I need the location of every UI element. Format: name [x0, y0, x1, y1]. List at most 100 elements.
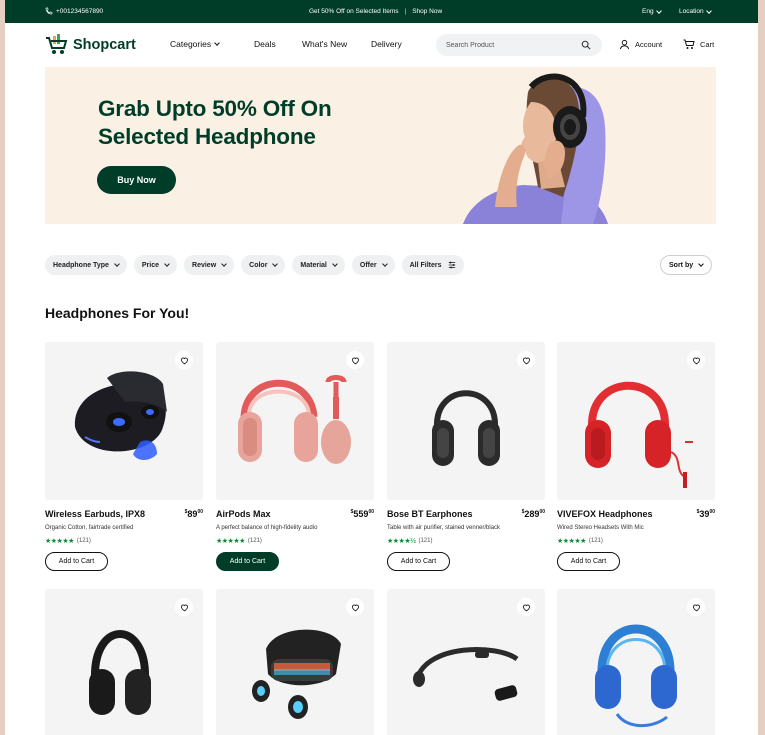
product-image[interactable] [557, 589, 715, 735]
buy-now-button[interactable]: Buy Now [97, 166, 176, 194]
product-card[interactable]: VIVEFOX Headphones $3900 Wired Stereo He… [557, 342, 715, 571]
product-rating: ★★★★½ (121) [387, 537, 545, 545]
heart-icon[interactable] [346, 351, 364, 369]
review-count: (121) [247, 538, 262, 544]
logo-text: Shopcart [73, 37, 136, 53]
product-image[interactable] [387, 589, 545, 735]
account-label: Account [635, 40, 663, 49]
cart-button[interactable]: Cart [683, 39, 714, 50]
product-description: Table with air purifier, stained venner/… [387, 525, 501, 531]
product-image[interactable] [557, 342, 715, 500]
product-card[interactable] [216, 589, 374, 735]
star-rating-icon: ★★★★★ [216, 538, 245, 545]
logo[interactable]: Shopcart [45, 33, 136, 57]
product-image[interactable] [216, 342, 374, 500]
filter-material[interactable]: Material [292, 255, 345, 275]
product-title-row: Wireless Earbuds, IPX8 $8900 [45, 509, 203, 521]
hero-headline-line-1: Grab Upto 50% Off On [98, 96, 332, 121]
nav-deals[interactable]: Deals [254, 39, 293, 49]
user-icon [619, 39, 630, 50]
add-to-cart-button[interactable]: Add to Cart [387, 552, 450, 571]
sort-by-dropdown[interactable]: Sort by [660, 255, 713, 275]
location-selector[interactable]: Location [679, 7, 712, 15]
sort-label: Sort by [669, 261, 694, 269]
nav-whats-new[interactable]: What's New [302, 39, 367, 49]
product-name[interactable]: Wireless Earbuds, IPX8 [45, 509, 145, 519]
search-bar [436, 34, 602, 56]
product-description: Wired Stereo Headsets With Mic [557, 525, 644, 531]
filter-price[interactable]: Price [133, 255, 178, 275]
product-name[interactable]: AirPods Max [216, 509, 271, 519]
product-name[interactable]: Bose BT Earphones [387, 509, 473, 519]
product-name[interactable]: VIVEFOX Headphones [557, 509, 653, 519]
filter-review[interactable]: Review [184, 255, 235, 275]
product-title-row: Bose BT Earphones $28900 [387, 509, 545, 521]
filter-label: Headphone Type [53, 261, 109, 269]
heart-icon[interactable] [346, 598, 364, 616]
add-to-cart-button[interactable]: Add to Cart [216, 552, 279, 571]
filter-color[interactable]: Color [241, 255, 286, 275]
chevron-down-icon [655, 7, 662, 14]
product-image[interactable] [216, 589, 374, 735]
cart-icon [683, 39, 695, 49]
product-description: A perfect balance of high-fidelity audio [216, 525, 318, 531]
cart-logo-icon [46, 34, 68, 54]
price-cents: 00 [197, 509, 203, 515]
sliders-icon [448, 261, 455, 269]
search-icon[interactable] [581, 40, 591, 50]
hero-headline: Grab Upto 50% Off On Selected Headphone [98, 95, 332, 151]
product-price: $8900 [184, 509, 203, 519]
heart-icon[interactable] [687, 351, 705, 369]
heart-icon[interactable] [517, 351, 535, 369]
heart-icon[interactable] [687, 598, 705, 616]
price-cents: 00 [709, 509, 715, 515]
price-value: 89 [187, 509, 198, 519]
chevron-down-icon [381, 261, 388, 267]
account-button[interactable]: Account [619, 39, 662, 50]
filter-offer[interactable]: Offer [351, 255, 395, 275]
nav-categories-label: Categories [170, 39, 212, 49]
product-title-row: VIVEFOX Headphones $3900 [557, 509, 715, 521]
product-rating: ★★★★★ (121) [557, 537, 715, 545]
search-input[interactable] [446, 41, 576, 49]
product-card[interactable] [45, 589, 203, 735]
language-label: Eng [642, 8, 654, 15]
product-price: $28900 [521, 509, 545, 519]
star-rating-icon: ★★★★½ [387, 538, 416, 545]
add-to-cart-button[interactable]: Add to Cart [45, 552, 108, 571]
shop-now-link[interactable]: Shop Now [412, 8, 442, 15]
filter-headphone-type[interactable]: Headphone Type [45, 255, 127, 275]
filter-all-filters[interactable]: All Filters [401, 255, 464, 275]
promo-separator: | [404, 8, 407, 15]
product-card[interactable] [387, 589, 545, 735]
hero-model-image [463, 73, 608, 224]
heart-icon[interactable] [175, 598, 193, 616]
chevron-down-icon [272, 261, 279, 267]
hero-banner: Grab Upto 50% Off On Selected Headphone … [45, 67, 716, 224]
filter-label: Material [300, 261, 327, 269]
product-price: $3900 [696, 509, 715, 519]
star-rating-icon: ★★★★★ [557, 538, 586, 545]
nav-categories[interactable]: Categories [170, 39, 240, 49]
nav-delivery[interactable]: Delivery [371, 39, 402, 49]
product-image[interactable] [45, 342, 203, 500]
product-image[interactable] [45, 589, 203, 735]
promo-banner: Get 50% Off on Selected Items | Shop Now [309, 8, 442, 15]
price-value: 39 [699, 509, 710, 519]
chevron-down-icon [698, 261, 704, 267]
language-selector[interactable]: Eng [642, 7, 662, 15]
chevron-down-icon [705, 7, 712, 14]
section-title: Headphones For You! [45, 305, 190, 321]
product-card[interactable]: AirPods Max $55900 A perfect balance of … [216, 342, 374, 571]
add-to-cart-button[interactable]: Add to Cart [557, 552, 620, 571]
heart-icon[interactable] [517, 598, 535, 616]
page: +001234567890 Get 50% Off on Selected It… [5, 0, 758, 735]
price-value: 559 [353, 509, 369, 519]
heart-icon[interactable] [175, 351, 193, 369]
product-card[interactable] [557, 589, 715, 735]
location-label: Location [679, 8, 704, 15]
product-card[interactable]: Wireless Earbuds, IPX8 $8900 Organic Cot… [45, 342, 203, 571]
chevron-down-icon [221, 261, 227, 267]
product-card[interactable]: Bose BT Earphones $28900 Table with air … [387, 342, 545, 571]
product-image[interactable] [387, 342, 545, 500]
